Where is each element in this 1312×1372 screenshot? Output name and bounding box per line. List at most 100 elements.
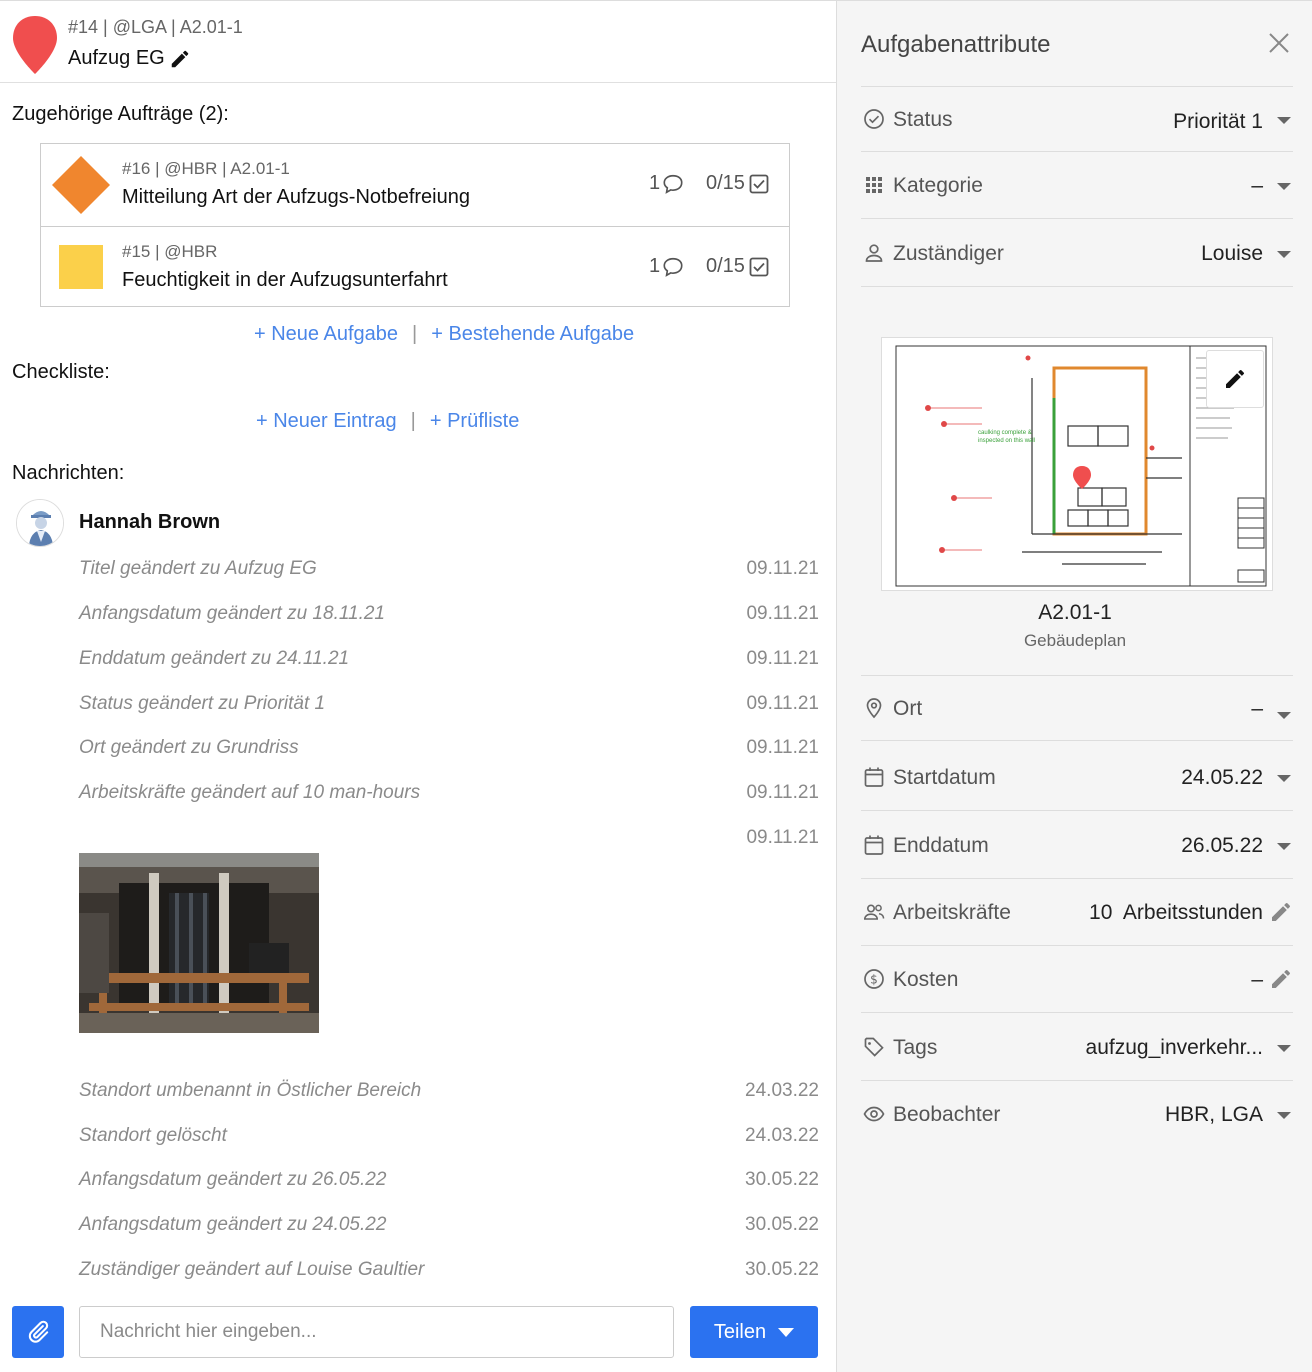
tags-field[interactable]: Tags aufzug_inverkehr... — [861, 1015, 1293, 1081]
message-date: 09.11.21 — [746, 693, 819, 714]
message-date: 09.11.21 — [746, 737, 819, 758]
chevron-down-icon — [778, 1327, 795, 1337]
message-date: 09.11.21 — [746, 558, 819, 579]
pencil-icon[interactable] — [1269, 967, 1293, 991]
message-date: 09.11.21 — [746, 603, 819, 624]
chevron-down-icon — [1277, 775, 1291, 782]
plan-thumbnail[interactable]: caulking complete & inspected on this wa… — [881, 337, 1273, 591]
message-author: Hannah Brown — [79, 511, 221, 533]
message-text: Titel geändert zu Aufzug EG — [79, 558, 317, 579]
checklist-template-link[interactable]: + Prüfliste — [430, 410, 519, 433]
worker-avatar-icon — [17, 500, 63, 546]
message-date: 09.11.21 — [746, 648, 819, 669]
chevron-down-icon — [1277, 251, 1291, 258]
message-date: 24.03.22 — [745, 1125, 819, 1146]
separator: | — [412, 323, 418, 345]
calendar-icon — [864, 835, 884, 855]
map-pin-icon — [866, 698, 882, 719]
location-value: – — [1251, 697, 1263, 720]
status-label: Status — [893, 108, 953, 131]
related-task-title: Feuchtigkeit in der Aufzugsunterfahrt — [122, 269, 448, 291]
message-entry: Zuständiger geändert auf Louise Gaultier… — [79, 1259, 819, 1289]
attach-button[interactable] — [12, 1306, 64, 1358]
message-input[interactable] — [79, 1306, 674, 1358]
existing-task-link[interactable]: + Bestehende Aufgabe — [431, 323, 634, 346]
svg-text:$: $ — [870, 973, 878, 987]
message-date: 09.11.21 — [746, 782, 819, 803]
pencil-icon[interactable] — [1269, 900, 1293, 924]
message-entry: Status geändert zu Priorität 1 09.11.21 — [79, 693, 819, 723]
message-entry: Enddatum geändert zu 24.11.21 09.11.21 — [79, 648, 819, 678]
comment-count-value: 1 — [649, 255, 661, 277]
location-field[interactable]: Ort – — [861, 675, 1293, 741]
elevator-shaft-photo — [79, 853, 319, 1033]
chevron-down-icon — [1277, 183, 1291, 190]
message-photo[interactable] — [79, 853, 319, 1033]
attributes-title: Aufgabenattribute — [861, 31, 1051, 58]
message-entry: Arbeitskräfte geändert auf 10 man-hours … — [79, 782, 819, 812]
message-text: Anfangsdatum geändert zu 26.05.22 — [79, 1169, 387, 1190]
message-entry: Ort geändert zu Grundriss 09.11.21 — [79, 737, 819, 767]
checklist-title: Checkliste: — [12, 361, 110, 383]
task-title[interactable]: Aufzug EG — [68, 47, 191, 70]
chevron-down-icon — [1277, 1045, 1291, 1052]
message-date: 24.03.22 — [745, 1080, 819, 1101]
related-task-item[interactable]: #16 | @HBR | A2.01-1 Mitteilung Art der … — [41, 144, 789, 226]
messages-title: Nachrichten: — [12, 462, 125, 484]
start-date-field[interactable]: Startdatum 24.05.22 — [861, 745, 1293, 811]
separator: | — [410, 410, 416, 432]
message-date: 30.05.22 — [745, 1214, 819, 1235]
message-text: Anfangsdatum geändert zu 18.11.21 — [79, 603, 385, 624]
message-entry: Anfangsdatum geändert zu 18.11.21 09.11.… — [79, 603, 819, 633]
message-date: 09.11.21 — [746, 827, 819, 848]
related-task-item[interactable]: #15 | @HBR Feuchtigkeit in der Aufzugsun… — [41, 226, 789, 308]
status-field[interactable]: Status Priorität 1 — [861, 86, 1293, 152]
costs-value: – — [1251, 968, 1263, 991]
square-icon — [59, 245, 103, 289]
new-task-link[interactable]: + Neue Aufgabe — [254, 323, 398, 346]
message-date: 30.05.22 — [745, 1169, 819, 1190]
category-field[interactable]: Kategorie – — [861, 153, 1293, 219]
svg-text:inspected on this wall: inspected on this wall — [978, 438, 1035, 444]
tags-value: aufzug_inverkehr... — [1085, 1036, 1263, 1059]
related-task-meta: #15 | @HBR — [122, 242, 218, 261]
share-button[interactable]: Teilen — [690, 1306, 818, 1358]
comment-count: 1 — [649, 255, 684, 278]
category-label: Kategorie — [893, 174, 983, 197]
dollar-circle-icon: $ — [864, 969, 884, 989]
checkbox-icon — [749, 257, 769, 276]
checklist-count: 0/15 — [706, 172, 769, 195]
workforce-label: Arbeitskräfte — [893, 901, 1011, 924]
message-date: 30.05.22 — [745, 1259, 819, 1280]
calendar-icon — [864, 767, 884, 787]
workforce-field[interactable]: Arbeitskräfte 10 Arbeitsstunden — [861, 880, 1293, 946]
watchers-field[interactable]: Beobachter HBR, LGA — [861, 1082, 1293, 1148]
message-text: Zuständiger geändert auf Louise Gaultier — [79, 1259, 425, 1280]
chevron-down-icon — [1277, 117, 1291, 124]
task-meta: #14 | @LGA | A2.01-1 — [68, 17, 243, 37]
location-label: Ort — [893, 697, 923, 720]
diamond-icon — [52, 156, 110, 214]
edit-plan-button[interactable] — [1206, 350, 1264, 408]
pencil-icon — [1226, 369, 1245, 388]
related-task-title: Mitteilung Art der Aufzugs-Notbefreiung — [122, 186, 470, 208]
related-tasks-title: Zugehörige Aufträge (2): — [12, 103, 229, 125]
svg-text:caulking complete &: caulking complete & — [978, 430, 1032, 436]
costs-label: Kosten — [893, 968, 959, 991]
end-date-label: Enddatum — [893, 834, 989, 857]
related-task-meta: #16 | @HBR | A2.01-1 — [122, 159, 290, 178]
end-date-field[interactable]: Enddatum 26.05.22 — [861, 813, 1293, 879]
tag-icon — [864, 1037, 884, 1057]
comment-icon — [663, 174, 683, 194]
assignee-field[interactable]: Zuständiger Louise — [861, 221, 1293, 287]
pencil-icon[interactable] — [169, 48, 191, 70]
grid-icon — [866, 177, 882, 193]
new-entry-link[interactable]: + Neuer Eintrag — [256, 410, 397, 433]
check-circle-icon — [864, 109, 884, 129]
comment-icon — [663, 257, 683, 277]
close-icon[interactable] — [1265, 29, 1293, 57]
message-text: Standort umbenannt in Östlicher Bereich — [79, 1080, 422, 1101]
message-text: Standort gelöscht — [79, 1125, 227, 1146]
category-value: – — [1251, 174, 1263, 197]
costs-field[interactable]: $ Kosten – — [861, 947, 1293, 1013]
